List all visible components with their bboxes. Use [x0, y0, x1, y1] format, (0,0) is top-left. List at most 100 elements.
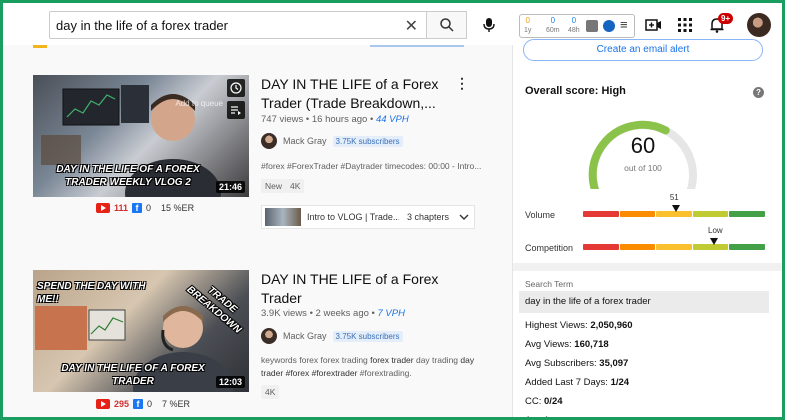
- search-term-value: day in the life of a forex trader: [519, 291, 769, 313]
- chapter-thumbnail: [265, 208, 301, 226]
- score-out-of: out of 100: [624, 163, 662, 173]
- search-input[interactable]: [50, 12, 390, 38]
- youtube-icon: [96, 203, 110, 213]
- desc-text: keywords forex forex trading: [261, 355, 371, 365]
- desc-text: #forextrading.: [357, 368, 412, 378]
- apps-grid-icon: [678, 18, 692, 32]
- section-divider: [513, 263, 782, 271]
- view-count: 747 views: [261, 114, 304, 125]
- competition-marker: [710, 238, 719, 245]
- ext-stat-label: 48h: [568, 27, 580, 34]
- video-description: keywords forex forex trading forex trade…: [261, 354, 483, 380]
- play-circle-icon[interactable]: [603, 20, 615, 32]
- filter-underline: [370, 45, 464, 47]
- keyword-stat-label: Avg Views:: [525, 339, 572, 350]
- extension-stats-widget[interactable]: 0 1y 0 60m 0 48h ≡: [519, 14, 635, 38]
- create-video-button[interactable]: [643, 14, 665, 36]
- keyword-stat-value: 0/24: [544, 396, 563, 407]
- clock-icon: [230, 82, 242, 94]
- keyword-stat-row: Avg Views: 160,718: [525, 339, 609, 350]
- watch-later-button[interactable]: [227, 79, 245, 97]
- keyword-insights-panel: Create an email alert Overall score: Hig…: [512, 39, 782, 417]
- video-description: #forex #ForexTrader #Daytrader timecodes…: [261, 161, 482, 171]
- search-box: ✕: [49, 11, 427, 39]
- help-icon[interactable]: ?: [753, 87, 764, 98]
- channel-row[interactable]: Mack Gray 3.75K subscribers: [261, 328, 403, 344]
- video-title[interactable]: DAY IN THE LIFE of a Forex Trader: [261, 270, 451, 308]
- ext-stat-value: 0: [525, 16, 530, 25]
- channel-name[interactable]: Mack Gray: [283, 136, 327, 146]
- thumbnail-overlay-text: DAY IN THE LIFE OF A FOREX TRADER: [61, 363, 205, 387]
- notification-count-badge: 9+: [718, 13, 734, 24]
- keyword-stat-row: CC: 0/24: [525, 396, 563, 407]
- desc-keyword: #forex: [285, 368, 310, 378]
- channel-avatar[interactable]: [261, 328, 277, 344]
- tag-badge: 4K: [261, 385, 280, 399]
- view-count: 3.9K views: [261, 308, 307, 319]
- menu-icon[interactable]: ≡: [620, 17, 628, 32]
- desc-keyword: forex trader: [370, 355, 414, 365]
- voice-search-button[interactable]: [477, 13, 501, 37]
- keyword-stat-row: Highest Views: 2,050,960: [525, 320, 633, 331]
- volume-marker: [671, 205, 680, 212]
- keyword-stat-label: CC:: [525, 396, 542, 407]
- youtube-count: 111: [114, 203, 129, 213]
- video-plus-icon: [645, 19, 661, 31]
- facebook-icon: f: [133, 399, 144, 409]
- competition-bar: [583, 244, 765, 250]
- channel-name[interactable]: Mack Gray: [283, 331, 327, 341]
- facebook-count: 0: [146, 203, 152, 213]
- desc-text: day trading: [413, 355, 461, 365]
- create-email-alert-button[interactable]: Create an email alert: [523, 39, 763, 61]
- chapters-row[interactable]: Intro to VLOG | Trade... 3 chapters: [261, 205, 475, 229]
- facebook-count: 0: [147, 399, 153, 409]
- clear-search-icon[interactable]: ✕: [405, 16, 418, 36]
- channel-row[interactable]: Mack Gray 3.75K subscribers: [261, 133, 403, 149]
- grid-icon[interactable]: [586, 20, 598, 32]
- add-to-queue-button[interactable]: [227, 101, 245, 119]
- engagement-rate: 7 %ER: [162, 399, 191, 409]
- more-options-button[interactable]: ⋮: [455, 75, 469, 92]
- chapter-count: 3 chapters: [407, 212, 450, 222]
- video-thumbnail[interactable]: DAY IN THE LIFE OF A FOREX TRADER WEEKLY…: [33, 75, 249, 197]
- keyword-stat-label: Added Last 7 Days:: [525, 377, 608, 388]
- engagement-rate: 15 %ER: [161, 203, 195, 213]
- ext-stat-value: 0: [550, 16, 556, 25]
- volume-label: Volume: [525, 210, 556, 220]
- add-to-queue-tooltip: Add to queue: [175, 99, 223, 108]
- ext-stat-48h: 0 48h: [568, 16, 580, 36]
- engagement-stats: 111 f 0 15 %ER: [96, 203, 194, 213]
- queue-icon: [231, 106, 241, 115]
- keyword-stat-value: a year: [566, 415, 593, 417]
- bar-segment: [619, 211, 656, 217]
- thumbnail-overlay-text: DAY IN THE LIFE OF A FOREX TRADER WEEKLY…: [56, 164, 200, 188]
- search-button[interactable]: [427, 11, 467, 39]
- chevron-down-icon[interactable]: [459, 214, 469, 220]
- desc-keyword: #forextrader: [311, 368, 358, 378]
- filter-chip-indicator: [33, 45, 47, 48]
- keyword-stat-label: Highest Views:: [525, 320, 588, 331]
- upload-age: 16 hours ago: [311, 114, 368, 125]
- ext-stat-label: 60m: [546, 27, 560, 34]
- keyword-stat-value: 2,050,960: [590, 320, 633, 331]
- video-title[interactable]: DAY IN THE LIFE of a Forex Trader (Trade…: [261, 75, 451, 113]
- score-level: High: [601, 85, 626, 97]
- channel-avatar[interactable]: [261, 133, 277, 149]
- video-thumbnail[interactable]: SPEND THE DAY WITH ME!! TRADE BREAKDOWN …: [33, 270, 249, 392]
- subscriber-count: 3.75K subscribers: [332, 330, 403, 342]
- search-term-label: Search Term: [525, 279, 574, 289]
- account-avatar[interactable]: [747, 13, 771, 37]
- search-icon: [439, 18, 454, 32]
- screenshot-frame: ✕ 0 1y 0 60m 0 48h ≡: [0, 0, 785, 420]
- ext-stat-value: 0: [571, 16, 577, 25]
- ext-stat-1y: 0 1y: [524, 16, 531, 36]
- keyword-stat-value: 1/24: [610, 377, 630, 388]
- video-duration: 12:03: [215, 376, 245, 388]
- keyword-stat-label: Avg Subscribers:: [525, 358, 597, 369]
- bar-segment: [729, 244, 765, 250]
- competition-value: Low: [708, 226, 723, 235]
- apps-button[interactable]: [674, 14, 696, 36]
- ext-stat-60m: 0 60m: [546, 16, 560, 36]
- views-per-hour: 44 VPH: [375, 114, 409, 125]
- score-heading-label: Overall score:: [525, 85, 599, 97]
